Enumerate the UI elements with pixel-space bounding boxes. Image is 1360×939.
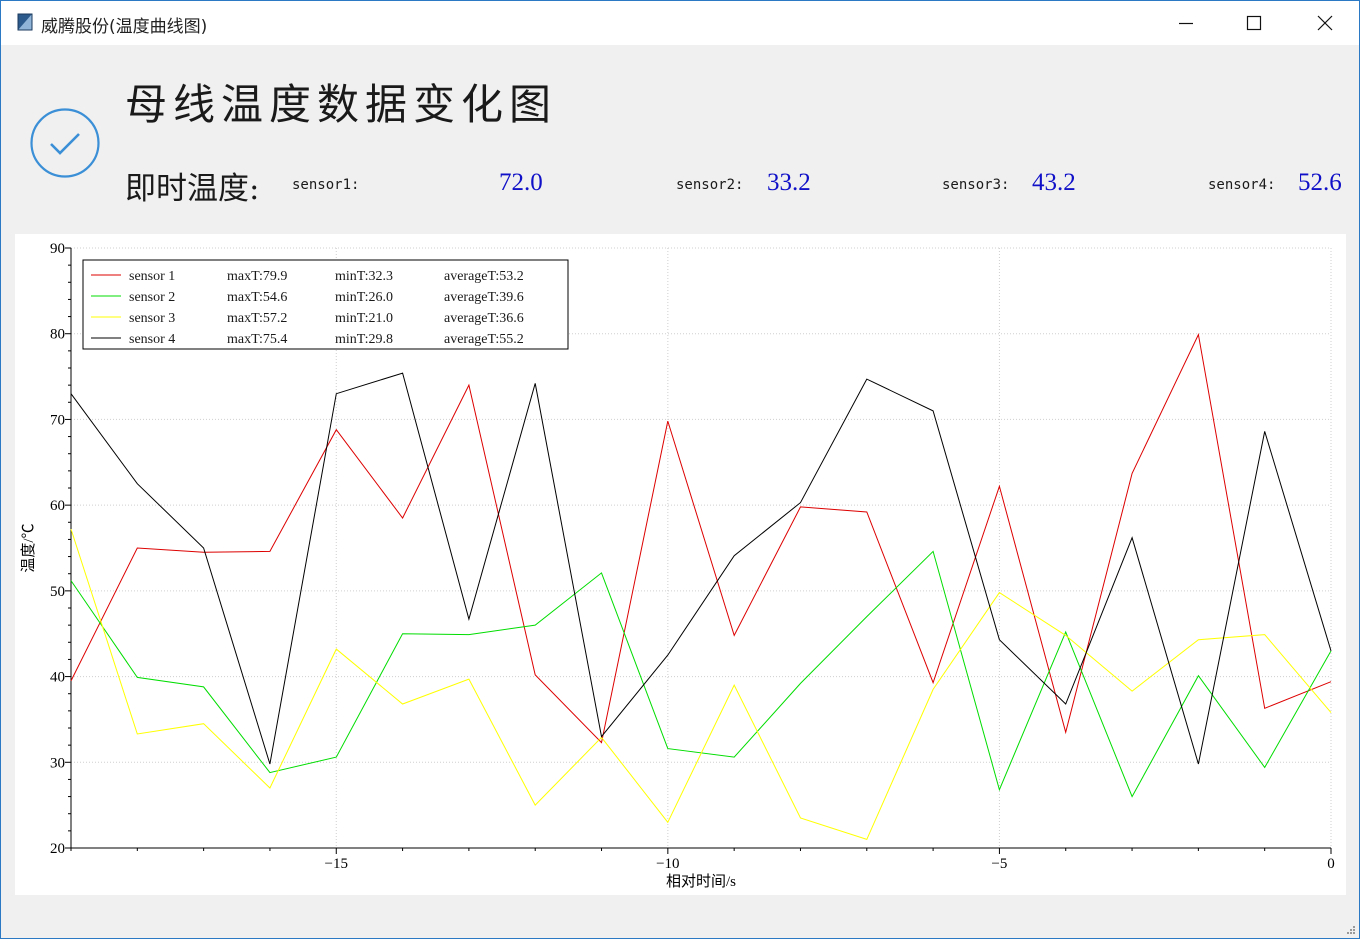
resize-grip-icon[interactable]	[1346, 925, 1356, 935]
legend-max: maxT:54.6	[227, 290, 287, 305]
series-line-sensor-3	[70, 528, 1332, 841]
minimize-button[interactable]	[1151, 1, 1221, 45]
temperature-plot[interactable]: 20 30 40 50 60 70 80 90 −15 −10 −5 0 相对时间/s 温度/℃ senso…	[15, 234, 1346, 895]
page-title: 母线温度数据变化图	[125, 80, 558, 129]
x-tick-label: −5	[991, 856, 1007, 872]
x-tick-label: −10	[656, 856, 679, 872]
legend-min: minT:26.0	[335, 290, 393, 305]
sensor3-value: 43.2	[1032, 169, 1076, 196]
sensor2-label: sensor2:	[676, 177, 744, 193]
sensor3-label: sensor3:	[942, 177, 1010, 193]
series-line-sensor-4	[70, 372, 1332, 765]
sensor4-label: sensor4:	[1208, 177, 1276, 193]
legend-average: averageT:53.2	[444, 269, 524, 284]
y-tick-label: 60	[50, 498, 65, 514]
x-tick-label: −15	[325, 856, 348, 872]
check-circle-icon	[30, 108, 100, 178]
y-tick-label: 20	[50, 841, 65, 857]
sensor1-label: sensor1:	[292, 177, 360, 193]
y-tick-label: 80	[50, 327, 65, 343]
legend-average: averageT:39.6	[444, 290, 524, 305]
app-window: 威腾股份(温度曲线图) 母线温度数据变化图 即时温度: sensor1: 72.…	[0, 0, 1360, 939]
legend-min: minT:29.8	[335, 332, 393, 347]
minimize-icon	[1179, 22, 1193, 25]
legend-series-name: sensor 3	[129, 311, 175, 326]
maximize-button[interactable]	[1219, 1, 1289, 45]
y-axis-title: 温度/℃	[20, 523, 37, 572]
live-temperature-label: 即时温度:	[125, 171, 260, 207]
legend-series-name: sensor 1	[129, 269, 175, 284]
y-tick-label: 40	[50, 670, 65, 686]
y-tick-label: 70	[50, 412, 65, 428]
x-tick-label: 0	[1327, 856, 1335, 872]
legend-series-name: sensor 4	[129, 332, 175, 347]
x-axis-title: 相对时间/s	[666, 873, 736, 890]
title-bar[interactable]: 威腾股份(温度曲线图)	[1, 1, 1359, 45]
legend-max: maxT:57.2	[227, 311, 287, 326]
sensor1-value: 72.0	[499, 169, 543, 196]
legend-max: maxT:75.4	[227, 332, 287, 347]
series-line-sensor-1	[70, 332, 1332, 744]
legend-min: minT:32.3	[335, 269, 393, 284]
y-tick-label: 30	[50, 755, 65, 771]
close-button[interactable]	[1290, 1, 1359, 45]
plot-canvas[interactable]: 20 30 40 50 60 70 80 90 −15 −10 −5 0 相对时间/s 温度/℃ senso…	[15, 234, 1346, 895]
maximize-icon	[1246, 15, 1262, 31]
y-tick-label: 90	[50, 241, 65, 257]
legend-max: maxT:79.9	[227, 269, 287, 284]
legend-min: minT:21.0	[335, 311, 393, 326]
legend-average: averageT:36.6	[444, 311, 524, 326]
sensor2-value: 33.2	[767, 169, 811, 196]
sensor4-value: 52.6	[1298, 169, 1342, 196]
app-icon	[17, 13, 33, 31]
close-icon	[1317, 15, 1333, 31]
legend-average: averageT:55.2	[444, 332, 524, 347]
window-title: 威腾股份(温度曲线图)	[41, 17, 208, 37]
y-tick-label: 50	[50, 584, 65, 600]
series-line-sensor-2	[70, 550, 1332, 798]
legend-series-name: sensor 2	[129, 290, 175, 305]
